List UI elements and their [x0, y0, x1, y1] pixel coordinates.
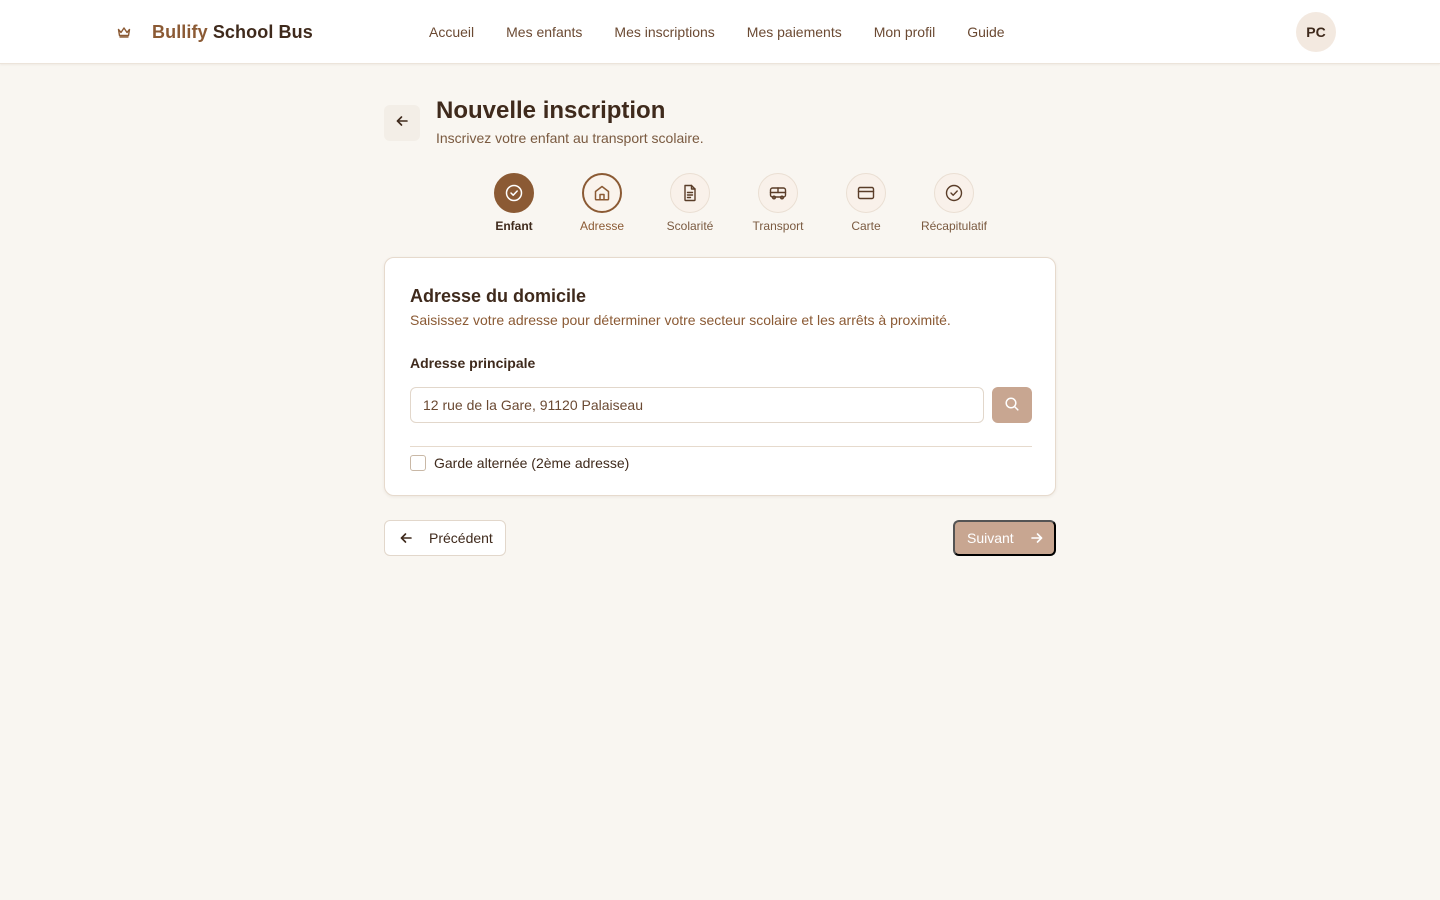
card-icon [846, 173, 886, 213]
crown-icon [115, 23, 133, 41]
divider [410, 446, 1032, 447]
nav-item-mes-enfants[interactable]: Mes enfants [490, 24, 598, 40]
nav-item-mon-profil[interactable]: Mon profil [858, 24, 951, 40]
brand-name-secondary: School Bus [212, 21, 313, 42]
next-button[interactable]: Suivant [953, 520, 1056, 556]
document-icon [670, 173, 710, 213]
step-scolarite[interactable]: Scolarité [646, 173, 734, 233]
nav-item-accueil[interactable]: Accueil [413, 24, 490, 40]
check-circle-icon [934, 173, 974, 213]
main-nav: Accueil Mes enfants Mes inscriptions Mes… [413, 0, 1021, 64]
previous-button[interactable]: Précédent [384, 520, 506, 556]
page-title: Nouvelle inscription [436, 97, 666, 124]
next-button-label: Suivant [967, 530, 1014, 546]
arrow-left-icon [399, 531, 413, 545]
step-adresse[interactable]: Adresse [558, 173, 646, 233]
step-label: Adresse [579, 219, 625, 233]
step-enfant[interactable]: Enfant [470, 173, 558, 233]
card-title: Adresse du domicile [410, 286, 587, 306]
step-label: Scolarité [666, 219, 714, 233]
step-transport[interactable]: Transport [734, 173, 822, 233]
nav-item-mes-paiements[interactable]: Mes paiements [731, 24, 858, 40]
alternate-custody-checkbox[interactable] [410, 455, 426, 471]
step-recapitulatif[interactable]: Récapitulatif [910, 173, 998, 233]
brand-logo[interactable]: Bullify School Bus [115, 18, 313, 46]
check-circle-icon [494, 173, 534, 213]
previous-button-label: Précédent [429, 530, 493, 546]
brand-name-primary: Bullify [152, 21, 208, 42]
search-icon [1004, 396, 1020, 415]
alternate-custody-label[interactable]: Garde alternée (2ème adresse) [434, 455, 629, 471]
address-card: Adresse du domicile Saisissez votre adre… [384, 257, 1056, 496]
arrow-right-icon [1030, 531, 1044, 545]
top-navigation-bar: Bullify School Bus Accueil Mes enfants M… [0, 0, 1440, 64]
address-search-button[interactable] [992, 387, 1032, 423]
home-icon [582, 173, 622, 213]
step-label: Carte [851, 219, 881, 233]
back-button[interactable] [384, 105, 420, 141]
address-input[interactable] [410, 387, 984, 423]
step-carte[interactable]: Carte [822, 173, 910, 233]
bus-icon [758, 173, 798, 213]
arrow-left-icon [395, 114, 409, 133]
nav-item-mes-inscriptions[interactable]: Mes inscriptions [598, 24, 730, 40]
nav-item-guide[interactable]: Guide [951, 24, 1020, 40]
card-description: Saisissez votre adresse pour déterminer … [410, 312, 951, 328]
address-field-label: Adresse principale [410, 355, 536, 371]
step-label: Transport [752, 219, 804, 233]
step-label: Récapitulatif [920, 219, 988, 233]
page-subtitle: Inscrivez votre enfant au transport scol… [436, 130, 704, 146]
user-avatar[interactable]: PC [1296, 12, 1336, 52]
registration-stepper: Enfant Adresse Scolarité Transport Carte… [470, 173, 1010, 237]
step-label: Enfant [495, 219, 533, 233]
